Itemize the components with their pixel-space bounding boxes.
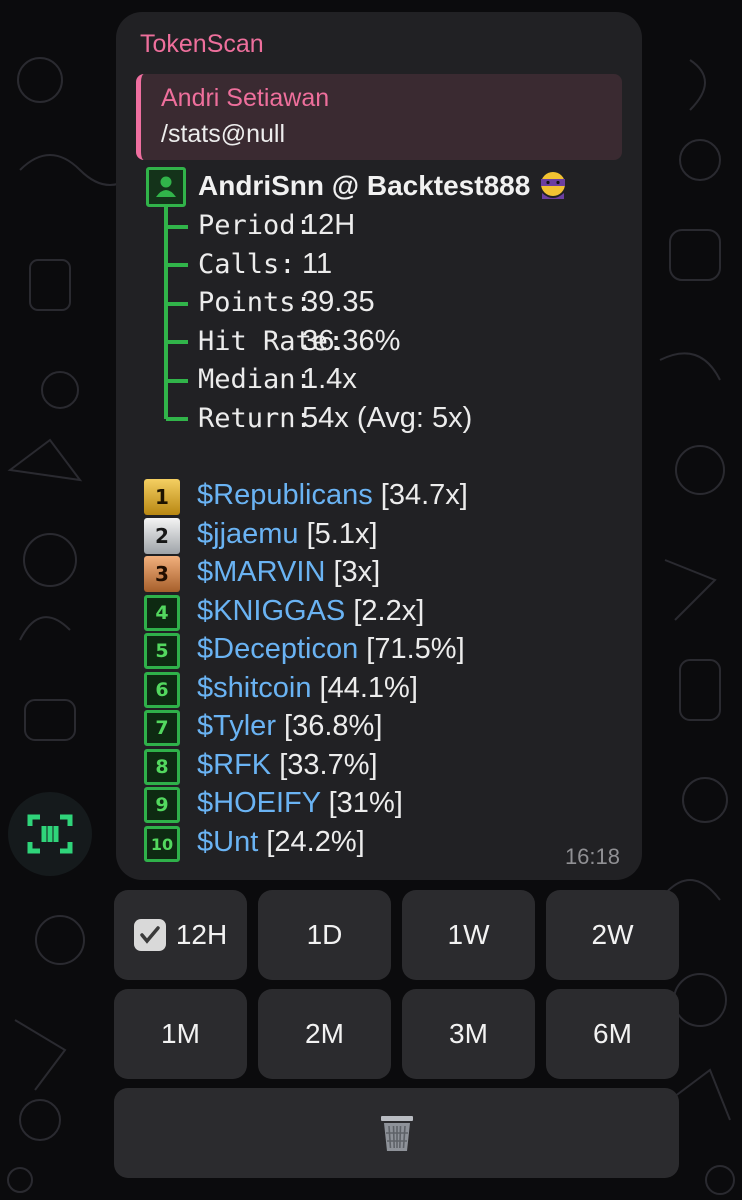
token-link[interactable]: $MARVIN xyxy=(197,556,325,588)
button-label: 2W xyxy=(591,919,634,950)
token-row: $Decepticon [71.5%] xyxy=(197,633,465,666)
token-row: $MARVIN [3x] xyxy=(197,556,380,589)
period-button-2w[interactable]: 2W xyxy=(546,890,679,980)
token-row: $Unt [24.2%] xyxy=(197,826,365,859)
stat-label-return: Return: xyxy=(198,403,312,434)
period-button-3m[interactable]: 3M xyxy=(402,989,535,1079)
stat-value-points: 39.35 xyxy=(302,286,375,318)
token-row: $HOEIFY [31%] xyxy=(197,787,403,820)
rank-4-badge: 4 xyxy=(144,595,180,631)
rank-10-badge: 10 xyxy=(144,826,180,862)
rank-7-badge: 7 xyxy=(144,710,180,746)
token-multiplier: [5.1x] xyxy=(306,518,378,550)
token-link[interactable]: $Republicans xyxy=(197,479,373,511)
scan-icon xyxy=(27,814,73,854)
button-label: 6M xyxy=(593,1018,632,1049)
stat-value-calls: 11 xyxy=(302,248,333,280)
stat-value-return: 54x (Avg: 5x) xyxy=(302,402,473,434)
stat-label-period: Period: xyxy=(198,210,312,241)
token-row: $jjaemu [5.1x] xyxy=(197,518,378,551)
stat-label-median: Median: xyxy=(198,364,312,395)
token-row: $Tyler [36.8%] xyxy=(197,710,382,743)
checkmark-icon xyxy=(133,919,166,951)
button-label: 3M xyxy=(449,1018,488,1049)
stats-title: AndriSnn @ Backtest888 xyxy=(198,169,568,202)
rank-1-badge: 1 xyxy=(144,479,180,515)
rank-8-badge: 8 xyxy=(144,749,180,785)
token-multiplier: [36.8%] xyxy=(284,710,383,742)
message-timestamp: 16:18 xyxy=(564,844,620,869)
message-bubble: TokenScan Andri Setiawan /stats@null And… xyxy=(116,12,642,880)
token-link[interactable]: $KNIGGAS xyxy=(197,595,345,627)
button-label: 12H xyxy=(175,919,228,950)
token-row: $Republicans [34.7x] xyxy=(197,479,468,512)
rank-2-badge: 2 xyxy=(144,518,180,554)
token-multiplier: [3x] xyxy=(333,556,381,588)
period-button-2m[interactable]: 2M xyxy=(258,989,391,1079)
token-row: $RFK [33.7%] xyxy=(197,749,378,782)
ninja-emoji-icon xyxy=(541,172,566,199)
token-multiplier: [44.1%] xyxy=(319,672,418,704)
button-label: 1D xyxy=(306,919,343,950)
period-button-1d[interactable]: 1D xyxy=(258,890,391,980)
trash-icon xyxy=(380,1116,413,1151)
token-multiplier: [31%] xyxy=(328,787,403,819)
token-row: $shitcoin [44.1%] xyxy=(197,672,418,705)
token-multiplier: [33.7%] xyxy=(279,749,378,781)
token-link[interactable]: $Decepticon xyxy=(197,633,358,665)
token-link[interactable]: $RFK xyxy=(197,749,271,781)
period-button-1w[interactable]: 1W xyxy=(402,890,535,980)
token-multiplier: [71.5%] xyxy=(366,633,465,665)
rank-3-badge: 3 xyxy=(144,556,180,592)
button-label: 1M xyxy=(161,1018,200,1049)
stat-label-calls: Calls: xyxy=(198,249,296,280)
token-row: $KNIGGAS [2.2x] xyxy=(197,595,424,628)
rank-6-badge: 6 xyxy=(144,672,180,708)
stat-value-period: 12H xyxy=(302,209,356,241)
bot-avatar[interactable] xyxy=(8,792,92,876)
stats-tree-lines xyxy=(164,207,188,421)
stat-value-hit-rate: 36.36% xyxy=(302,325,401,357)
stat-value-median: 1.4x xyxy=(302,363,357,395)
token-link[interactable]: $HOEIFY xyxy=(197,787,321,819)
delete-button[interactable] xyxy=(114,1088,679,1178)
period-button-12h[interactable]: 12H xyxy=(114,890,247,980)
token-multiplier: [34.7x] xyxy=(380,479,468,511)
token-multiplier: [2.2x] xyxy=(353,595,425,627)
button-label: 1W xyxy=(447,919,490,950)
token-link[interactable]: $Unt xyxy=(197,826,258,858)
button-label: 2M xyxy=(305,1018,344,1049)
user-icon xyxy=(146,167,186,207)
token-link[interactable]: $shitcoin xyxy=(197,672,311,704)
period-button-6m[interactable]: 6M xyxy=(546,989,679,1079)
token-multiplier: [24.2%] xyxy=(266,826,365,858)
token-link[interactable]: $Tyler xyxy=(197,710,276,742)
rank-9-badge: 9 xyxy=(144,787,180,823)
token-link[interactable]: $jjaemu xyxy=(197,518,299,550)
rank-5-badge: 5 xyxy=(144,633,180,669)
stat-label-points: Points: xyxy=(198,287,312,318)
period-button-1m[interactable]: 1M xyxy=(114,989,247,1079)
